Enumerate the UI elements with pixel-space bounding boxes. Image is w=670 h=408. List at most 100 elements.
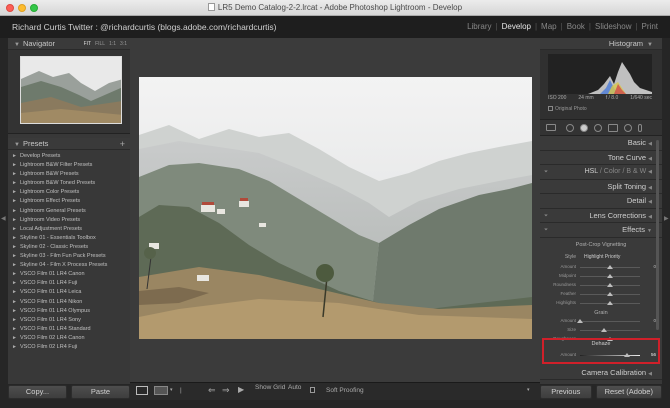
detail-section-header[interactable]: Detail ◀: [540, 194, 662, 209]
slider-knob[interactable]: [607, 264, 613, 269]
preset-folder[interactable]: ► Lightroom Effect Presets: [12, 197, 130, 206]
folder-disclosure-icon[interactable]: ►: [12, 288, 20, 297]
redo-arrow-icon[interactable]: ⇒: [222, 385, 230, 396]
adjustment-brush-icon[interactable]: [638, 124, 642, 132]
histogram-header[interactable]: Histogram ▼: [540, 38, 662, 50]
basic-section-header[interactable]: Basic ◀: [540, 136, 662, 151]
preset-folder[interactable]: ► VSCO Film 02 LR4 Fuji: [12, 343, 130, 352]
preset-folder[interactable]: ► Lightroom B&W Presets: [12, 170, 130, 179]
show-grid-value[interactable]: Auto: [288, 384, 301, 391]
graduated-filter-icon[interactable]: [608, 124, 618, 132]
original-photo-checkbox[interactable]: [548, 106, 553, 111]
color-tab[interactable]: Color: [604, 168, 621, 175]
minimize-window-button[interactable]: [18, 4, 26, 12]
previous-button[interactable]: Previous: [540, 385, 592, 399]
loupe-view-icon[interactable]: [136, 386, 148, 395]
folder-disclosure-icon[interactable]: ►: [12, 243, 20, 252]
module-book[interactable]: Book: [563, 22, 589, 31]
navigator-header[interactable]: ▼ Navigator FIT FILL 1:1 3:1: [8, 38, 130, 50]
preset-folder[interactable]: ► Lightroom Color Presets: [12, 188, 130, 197]
slider-knob[interactable]: [607, 282, 613, 287]
preset-folder[interactable]: ► Skyline 04 - Film X Process Presets: [12, 261, 130, 270]
hsl-tab[interactable]: HSL: [585, 168, 598, 175]
module-library[interactable]: Library: [463, 22, 495, 31]
folder-disclosure-icon[interactable]: ►: [12, 216, 20, 225]
paste-button[interactable]: Paste: [71, 385, 130, 399]
photo-preview[interactable]: [139, 77, 532, 339]
camera-calibration-section-header[interactable]: Camera Calibration ◀: [540, 365, 662, 380]
left-panel-toggle-icon[interactable]: ◀: [1, 215, 6, 222]
slider-row[interactable]: Feather: [544, 291, 656, 299]
zoom-1-1[interactable]: 1:1: [109, 41, 116, 47]
preset-folder[interactable]: ► VSCO Film 01 LR4 Leica: [12, 288, 130, 297]
zoom-fit[interactable]: FIT: [84, 41, 92, 47]
preset-folder[interactable]: ► Skyline 02 - Classic Presets: [12, 243, 130, 252]
preset-folder[interactable]: ► VSCO Film 02 LR4 Canon: [12, 334, 130, 343]
folder-disclosure-icon[interactable]: ►: [12, 307, 20, 316]
zoom-fill[interactable]: FILL: [95, 41, 105, 47]
right-panel-toggle-icon[interactable]: ▶: [664, 215, 669, 222]
tone-curve-section-header[interactable]: Tone Curve ◀: [540, 150, 662, 165]
module-slideshow[interactable]: Slideshow: [591, 22, 635, 31]
right-panel-scrollbar[interactable]: [656, 140, 659, 330]
slider-row[interactable]: Amount 0: [544, 318, 656, 326]
folder-disclosure-icon[interactable]: ►: [12, 298, 20, 307]
slider-value[interactable]: 0: [644, 318, 656, 323]
toolbar-options-icon[interactable]: ▾: [527, 387, 530, 393]
folder-disclosure-icon[interactable]: ►: [12, 261, 20, 270]
folder-disclosure-icon[interactable]: ►: [12, 188, 20, 197]
module-map[interactable]: Map: [537, 22, 561, 31]
preset-folder[interactable]: ► Lightroom B&W Filter Presets: [12, 161, 130, 170]
spot-removal-icon[interactable]: [580, 124, 588, 132]
preset-folder[interactable]: ► Lightroom Video Presets: [12, 216, 130, 225]
preset-folder[interactable]: ► Lightroom General Presets: [12, 207, 130, 216]
slider-row[interactable]: Midpoint: [544, 273, 656, 281]
folder-disclosure-icon[interactable]: ►: [12, 279, 20, 288]
preset-folder[interactable]: ► Local Adjustment Presets: [12, 225, 130, 234]
slider-value[interactable]: 0: [644, 264, 656, 269]
module-develop[interactable]: Develop: [498, 22, 535, 31]
slider-row[interactable]: Size: [544, 327, 656, 335]
slider-knob[interactable]: [623, 352, 630, 357]
folder-disclosure-icon[interactable]: ►: [12, 152, 20, 161]
slider-knob[interactable]: [607, 300, 613, 305]
preset-folder[interactable]: ► Lightroom B&W Toned Presets: [12, 179, 130, 188]
folder-disclosure-icon[interactable]: ►: [12, 343, 20, 352]
red-eye-icon[interactable]: [594, 124, 602, 132]
folder-disclosure-icon[interactable]: ►: [12, 234, 20, 243]
folder-disclosure-icon[interactable]: ►: [12, 270, 20, 279]
copy-button[interactable]: Copy...: [8, 385, 67, 399]
dehaze-amount-value[interactable]: 56: [644, 352, 656, 357]
preset-folder[interactable]: ► VSCO Film 01 LR4 Nikon: [12, 298, 130, 307]
vignette-style-select[interactable]: Highlight Priority: [584, 254, 620, 260]
folder-disclosure-icon[interactable]: ►: [12, 170, 20, 179]
effects-section-header[interactable]: ⏷ Effects ▼: [540, 223, 662, 238]
preset-folder[interactable]: ► Develop Presets: [12, 152, 130, 161]
folder-disclosure-icon[interactable]: ►: [12, 252, 20, 261]
slider-knob[interactable]: [577, 318, 583, 323]
folder-disclosure-icon[interactable]: ►: [12, 179, 20, 188]
preset-folder[interactable]: ► Skyline 01 - Essentials Toolbox: [12, 234, 130, 243]
crop-tool-icon[interactable]: [566, 124, 574, 132]
slider-knob[interactable]: [607, 273, 613, 278]
slider-track[interactable]: [580, 329, 640, 331]
hsl-section-header[interactable]: ⏷ HSL / Color / B & W ◀: [540, 165, 662, 180]
dehaze-amount-slider[interactable]: Amount 56: [544, 352, 656, 360]
navigator-thumbnail[interactable]: [20, 56, 122, 124]
preset-folder[interactable]: ► VSCO Film 01 LR4 Sony: [12, 316, 130, 325]
slider-knob[interactable]: [607, 291, 613, 296]
histogram[interactable]: ISO 200 24 mm f / 8.0 1/640 sec Original…: [540, 50, 662, 120]
add-preset-icon[interactable]: +: [120, 138, 125, 150]
folder-disclosure-icon[interactable]: ►: [12, 197, 20, 206]
folder-disclosure-icon[interactable]: ►: [12, 334, 20, 343]
before-after-icon[interactable]: [154, 386, 168, 395]
preset-folder[interactable]: ► VSCO Film 01 LR4 Fuji: [12, 279, 130, 288]
slider-row[interactable]: Roundness: [544, 282, 656, 290]
presets-header[interactable]: ▼ Presets +: [8, 138, 130, 150]
zoom-3-1[interactable]: 3:1: [120, 41, 127, 47]
module-print[interactable]: Print: [638, 22, 662, 31]
zoom-window-button[interactable]: [30, 4, 38, 12]
radial-filter-icon[interactable]: [624, 124, 632, 132]
bw-tab[interactable]: B & W: [626, 168, 646, 175]
slider-row[interactable]: Amount 0: [544, 264, 656, 272]
